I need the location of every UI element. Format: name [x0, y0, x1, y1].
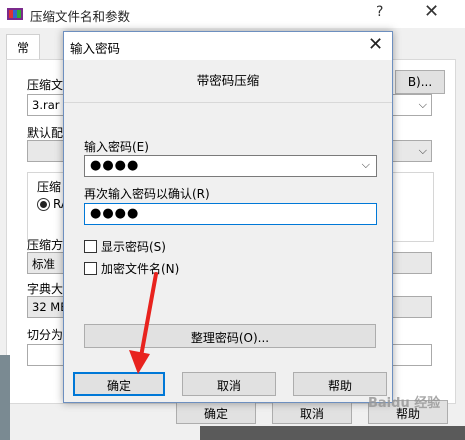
password-dialog: 输入密码 ✕ 带密码压缩 输入密码(E) ●●●● ⌵ 再次输入密码以确认(R)… [63, 31, 393, 403]
method-label: 压缩方 [27, 238, 64, 252]
password-dialog-heading: 带密码压缩 [196, 73, 260, 88]
archive-window-titlebar: 压缩文件名和参数 ? ✕ [0, 0, 465, 28]
browse-button[interactable]: B)... [395, 70, 445, 94]
radio-dot-icon [40, 201, 47, 208]
format-group-label: 压缩 [37, 180, 62, 194]
encrypt-names-checkbox[interactable] [84, 262, 97, 275]
show-password-checkbox[interactable] [84, 240, 97, 253]
chevron-down-icon: ⌵ [418, 98, 427, 111]
password-input[interactable]: ●●●● ⌵ [84, 155, 377, 177]
confirm-password-value: ●●●● [90, 206, 140, 221]
archive-window-title: 压缩文件名和参数 [30, 9, 131, 24]
archive-window-help-icon[interactable]: ? [376, 4, 383, 20]
password-value: ●●●● [90, 158, 140, 173]
desktop-background-strip [0, 355, 10, 440]
chevron-down-icon: ⌵ [361, 158, 371, 171]
password-cancel-button[interactable]: 取消 [182, 372, 276, 396]
archive-name-label: 压缩文 [27, 78, 64, 92]
annotation-arrow-icon [120, 270, 170, 380]
archive-ok-button[interactable]: 确定 [176, 400, 256, 424]
dict-label: 字典大 [27, 282, 64, 296]
confirm-password-input[interactable]: ●●●● [84, 203, 377, 225]
winrar-app-icon [6, 6, 24, 22]
password-dialog-title: 输入密码 [70, 41, 121, 56]
desktop-background-bottom [200, 426, 465, 440]
archive-cancel-button[interactable]: 取消 [272, 400, 352, 424]
format-rar-radio[interactable] [37, 198, 50, 211]
archive-name-value: 3.rar [32, 98, 60, 112]
password-dialog-close-icon[interactable]: ✕ [368, 34, 383, 55]
split-label: 切分为 [27, 328, 64, 342]
heading-divider [64, 102, 392, 103]
chevron-down-icon: ⌵ [418, 144, 427, 157]
password-dialog-titlebar: 输入密码 ✕ [64, 32, 392, 60]
archive-window-close-icon[interactable]: ✕ [424, 1, 439, 22]
show-password-label: 显示密码(S) [101, 240, 166, 254]
method-value: 标准 [32, 257, 55, 271]
confirm-password-label: 再次输入密码以确认(R) [84, 187, 210, 201]
baidu-watermark: Baidu 经验 [368, 396, 441, 411]
password-label: 输入密码(E) [84, 140, 149, 154]
default-profile-label: 默认配 [27, 126, 64, 140]
